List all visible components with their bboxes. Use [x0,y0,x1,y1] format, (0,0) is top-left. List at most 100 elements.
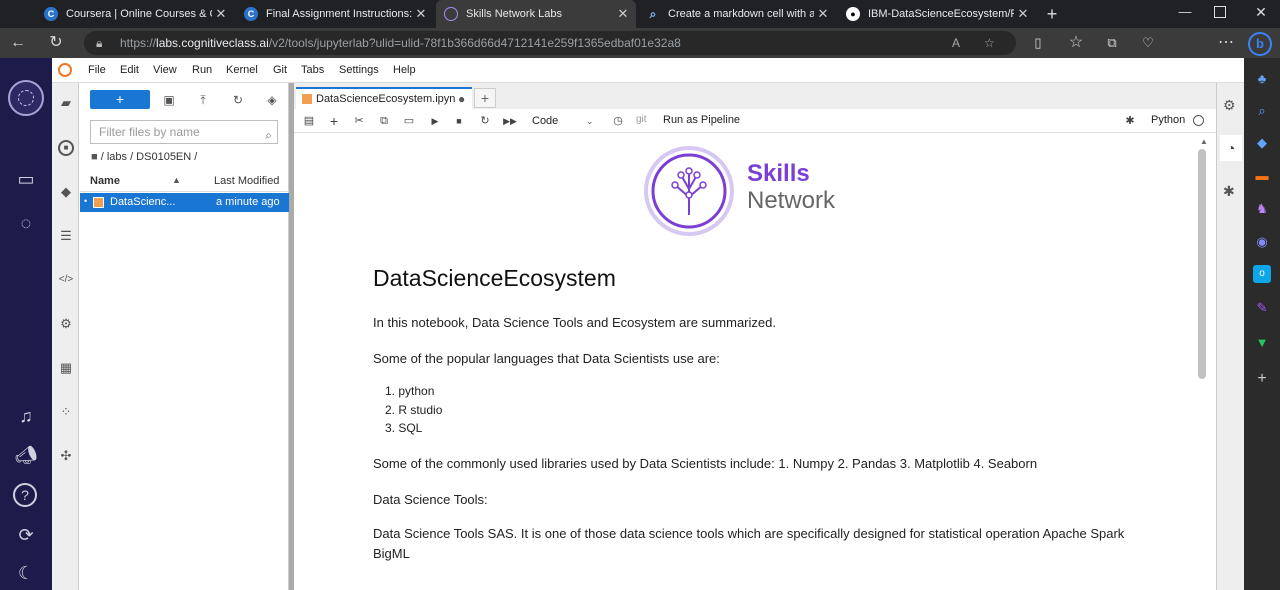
lightbulb-icon[interactable]: ◌ [13,210,39,236]
tab-title: Create a markdown cell with a ta [668,8,814,20]
close-icon[interactable]: ✕ [1014,6,1032,22]
browser-tab-skills-network[interactable]: Skills Network Labs ✕ [436,0,636,28]
insert-cell-icon[interactable]: + [326,113,342,129]
notebook-tab[interactable]: DataScienceEcosystem.ipyn ● [296,87,472,109]
git-label[interactable]: git [636,114,647,125]
refresh-icon[interactable]: ↻ [46,33,66,53]
tag-icon[interactable]: ◆ [1253,134,1271,152]
components-icon[interactable]: ⁘ [58,404,74,420]
run-as-pipeline-button[interactable]: Run as Pipeline [663,114,740,126]
notification-bell-icon[interactable]: ♫ [13,403,39,429]
health-icon[interactable]: ♡ [1138,33,1158,53]
breadcrumb[interactable]: ■ / labs / DS0105EN / [91,151,197,163]
read-aloud-icon[interactable]: A [952,31,960,55]
menu-git[interactable]: Git [273,64,287,76]
clock-icon[interactable]: ◷ [610,113,626,129]
cut-icon[interactable]: ✂ [351,113,367,129]
breadcrumb-path[interactable]: / labs / DS0105EN / [101,151,198,163]
git-clone-icon[interactable]: ◈ [264,92,280,108]
languages-intro: Some of the popular languages that Data … [373,351,720,366]
column-modified-header[interactable]: Last Modified [214,175,279,187]
menu-edit[interactable]: Edit [120,64,139,76]
megaphone-icon[interactable]: 📣︎ [13,442,39,468]
settings-gear-icon[interactable]: ⚙ [58,316,74,332]
browser-tab-final-assignment[interactable]: C Final Assignment Instructions: Cr ✕ [236,0,434,28]
file-list-item[interactable]: • DataScienc... a minute ago [80,193,289,212]
browser-tab-github[interactable]: ● IBM-DataScienceEcosystem/Peer ✕ [838,0,1036,28]
menu-file[interactable]: File [88,64,106,76]
help-icon[interactable]: ? [13,483,37,507]
search-icon[interactable]: ⌕ [1253,102,1271,120]
bing-copilot-icon[interactable]: b [1248,32,1272,56]
more-menu-icon[interactable]: ⋯ [1216,33,1236,53]
maximize-icon[interactable] [1214,6,1226,18]
browser-tab-coursera[interactable]: C Coursera | Online Courses & Cre ✕ [36,0,234,28]
code-snippets-icon[interactable]: </> [58,272,74,288]
split-screen-icon[interactable]: ▯ [1028,33,1048,53]
tools-icon[interactable]: ▬ [1253,167,1271,185]
stop-icon[interactable]: ■ [451,113,467,129]
dark-mode-moon-icon[interactable]: ☾ [13,560,39,586]
upload-icon[interactable]: ⤒ [195,92,211,108]
close-window-icon[interactable]: ✕ [1252,4,1270,21]
new-launcher-button[interactable]: + [90,90,150,109]
filter-files-input[interactable]: Filter files by name ⌕ [90,120,278,144]
cell-type-select[interactable]: Code ⌄ [528,112,598,130]
new-folder-icon[interactable]: ▣ [161,92,177,108]
save-icon[interactable]: ▤ [301,113,317,129]
menu-run[interactable]: Run [192,64,212,76]
language-sql: SQL [398,421,423,435]
designer-icon[interactable]: ✎ [1253,299,1271,317]
run-icon[interactable]: ▶ [427,113,443,129]
debugger-bug-icon[interactable]: ✱ [1122,113,1138,129]
bell-icon[interactable]: ♣ [1253,70,1271,88]
back-icon[interactable]: ← [8,33,28,53]
add-sidebar-app-icon[interactable]: + [1253,370,1271,388]
close-icon[interactable]: ✕ [212,6,230,22]
git-icon[interactable]: ◆ [58,184,74,200]
sort-ascending-icon[interactable]: ▲ [172,175,181,185]
favorites-icon[interactable]: ☆ [1066,33,1086,53]
close-icon[interactable]: ✕ [614,6,632,22]
copy-icon[interactable]: ⧉ [376,113,392,129]
menu-view[interactable]: View [153,64,177,76]
drop-icon[interactable]: ▼ [1253,334,1271,352]
restart-icon[interactable]: ↻ [477,113,493,129]
sync-icon[interactable]: ⟳ [13,522,39,548]
debugger-icon[interactable]: ✱ [1223,183,1235,200]
minimize-icon[interactable]: — [1176,4,1194,19]
menu-settings[interactable]: Settings [339,64,379,76]
browser-tab-search[interactable]: ⌕ Create a markdown cell with a ta ✕ [638,0,836,28]
column-name-header[interactable]: Name [90,175,120,187]
outlook-icon[interactable]: o [1253,265,1271,283]
metrics-gauge-icon[interactable]: ◔ [1220,135,1242,161]
close-icon[interactable]: ✕ [412,6,430,22]
games-icon[interactable]: ♞ [1253,200,1271,218]
close-icon[interactable]: ✕ [814,6,832,22]
folder-icon[interactable]: ▰ [58,95,74,111]
new-tab-plus-button[interactable]: + [474,88,496,108]
scroll-up-icon[interactable]: ▲ [1200,137,1208,146]
menu-help[interactable]: Help [393,64,416,76]
chat-icon[interactable]: ▭ [13,166,39,192]
kernel-name[interactable]: Python [1151,114,1185,126]
notebook-scrollbar[interactable] [1198,149,1206,379]
pipeline-icon[interactable]: ▦ [58,360,74,376]
extensions-puzzle-icon[interactable]: ✣ [58,448,74,464]
table-of-contents-icon[interactable]: ☰ [58,228,74,244]
collections-icon[interactable]: ⧉ [1102,33,1122,53]
favorite-star-icon[interactable]: ☆ [984,31,995,55]
address-bar[interactable]: 🔒︎ https://labs.cognitiveclass.ai/v2/too… [84,31,1016,55]
new-tab-button[interactable]: + [1042,4,1062,24]
menu-kernel[interactable]: Kernel [226,64,258,76]
fast-forward-icon[interactable]: ▶▶ [502,113,518,129]
notebook-content: Skills Network DataScienceEcosystem In t… [294,133,1216,590]
refresh-files-icon[interactable]: ↻ [230,92,246,108]
property-inspector-gear-icon[interactable]: ⚙ [1223,97,1236,114]
skills-network-logo-icon[interactable] [8,80,44,116]
menu-tabs[interactable]: Tabs [301,64,324,76]
m365-icon[interactable]: ◉ [1253,233,1271,251]
unsaved-dot-icon[interactable]: ● [458,89,465,109]
paste-icon[interactable]: ▭ [401,113,417,129]
running-kernels-icon[interactable]: ■ [58,140,74,156]
